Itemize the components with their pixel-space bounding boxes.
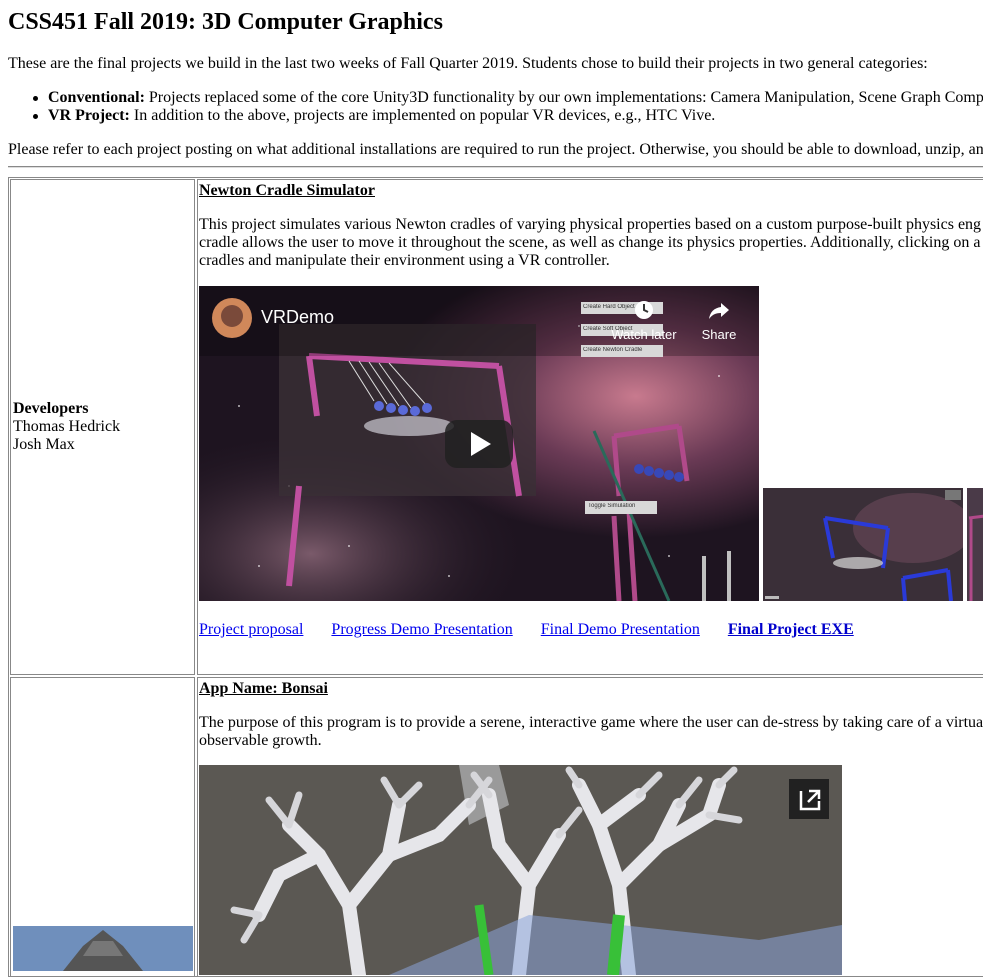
thumbnail-image (763, 488, 963, 601)
final-demo-link[interactable]: Final Demo Presentation (541, 621, 700, 638)
final-project-exe-link[interactable]: Final Project EXE (728, 621, 854, 638)
bonsai-video[interactable] (199, 765, 842, 975)
share-button[interactable]: Share (696, 300, 742, 342)
project-description-line: observable growth. (199, 732, 322, 749)
video-ui-button: Toggle Simulation (588, 503, 636, 509)
developers-label: Developers (13, 400, 89, 417)
video-thumbnail[interactable] (763, 488, 963, 601)
project-description-line: cradle allows the user to move it throug… (199, 234, 981, 251)
share-label: Share (701, 327, 737, 342)
install-note: Please refer to each project posting on … (8, 141, 983, 158)
developers-block: Developers Thomas Hedrick Josh Max (13, 400, 120, 454)
project-description-line: This project simulates various Newton cr… (199, 216, 982, 233)
category-conventional: Conventional: Projects replaced some of … (33, 89, 983, 107)
bonsai-image (199, 765, 842, 975)
video-ui-button: Create Newton Cradle (583, 347, 643, 353)
project-links: Project proposal Progress Demo Presentat… (199, 621, 878, 639)
developer-name: Josh Max (13, 436, 75, 453)
category-label: VR Project: (48, 107, 130, 124)
video-channel-title[interactable]: VRDemo (261, 307, 334, 328)
page-title: CSS451 Fall 2019: 3D Computer Graphics (8, 9, 443, 35)
video-player[interactable]: VRDemo Create Hard Object Create Soft Ob… (199, 286, 759, 601)
category-vr: VR Project: In addition to the above, pr… (33, 107, 983, 125)
bonsai-thumbnail[interactable] (13, 926, 193, 971)
video-thumbnail[interactable] (967, 488, 983, 601)
thumbnail-image (967, 488, 983, 601)
category-list: Conventional: Projects replaced some of … (8, 89, 983, 125)
progress-demo-link[interactable]: Progress Demo Presentation (331, 621, 512, 638)
clock-icon (635, 301, 653, 319)
project-title: App Name: Bonsai (199, 680, 328, 697)
watch-later-label: Watch later (611, 327, 677, 342)
category-text: Projects replaced some of the core Unity… (144, 89, 983, 106)
divider (8, 166, 983, 168)
project-description-line: cradles and manipulate their environment… (199, 252, 610, 269)
project-proposal-link[interactable]: Project proposal (199, 621, 303, 638)
watch-later-button[interactable]: Watch later (609, 300, 679, 342)
share-icon (709, 303, 729, 319)
project-description-line: The purpose of this program is to provid… (199, 714, 983, 731)
thumbnail-image (13, 926, 193, 971)
category-text: In addition to the above, projects are i… (129, 107, 716, 124)
intro-text: These are the final projects we build in… (8, 55, 928, 72)
category-label: Conventional: (48, 89, 145, 106)
developer-name: Thomas Hedrick (13, 418, 121, 435)
project-title: Newton Cradle Simulator (199, 182, 375, 199)
